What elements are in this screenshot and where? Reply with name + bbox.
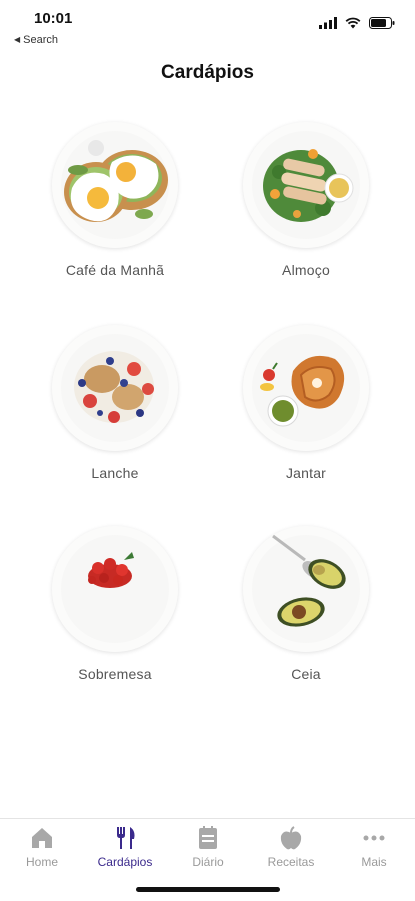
menu-item-lunch[interactable]: Almoço (226, 122, 386, 278)
tab-label: Receitas (267, 855, 315, 869)
salmon-steak-plate-image (243, 325, 369, 451)
home-indicator[interactable] (136, 887, 280, 892)
tab-label: Mais (361, 855, 387, 869)
status-bar: 10:01 ◀ Search (0, 0, 415, 52)
back-label: Search (23, 34, 59, 46)
menu-item-label: Lanche (91, 465, 139, 481)
tab-label: Diário (192, 855, 224, 869)
menu-item-label: Jantar (285, 465, 327, 481)
wifi-icon (345, 17, 361, 29)
salad-chicken-plate-image (243, 122, 369, 248)
tab-receitas[interactable]: Receitas (251, 825, 331, 869)
granola-berries-plate-image (52, 325, 178, 451)
berry-dessert-plate-image (52, 526, 178, 652)
status-time: 10:01 (34, 10, 73, 27)
tab-mais[interactable]: Mais (334, 825, 414, 869)
page-title: Cardápios (161, 62, 254, 83)
tab-label: Cardápios (97, 855, 153, 869)
back-to-search-link[interactable]: ◀ Search (14, 34, 58, 46)
menu-item-dinner[interactable]: Jantar (226, 325, 386, 481)
more-dots-icon (363, 835, 385, 841)
apple-icon (280, 826, 302, 850)
notebook-icon (199, 826, 217, 849)
fork-knife-icon (117, 827, 135, 849)
cellular-signal-icon (319, 17, 337, 29)
breakfast-eggs-plate-image (52, 122, 178, 248)
menu-item-breakfast[interactable]: Café da Manhã (35, 122, 195, 278)
battery-icon (369, 17, 395, 29)
menu-item-label: Almoço (282, 262, 330, 278)
menu-item-label: Ceia (291, 666, 321, 682)
back-arrow-icon: ◀ (14, 35, 21, 44)
menu-item-snack[interactable]: Lanche (35, 325, 195, 481)
tab-cardapios[interactable]: Cardápios (85, 825, 165, 869)
avocado-plate-image (243, 526, 369, 652)
menu-item-dessert[interactable]: Sobremesa (35, 526, 195, 682)
tab-label: Home (25, 855, 58, 869)
menu-item-label: Sobremesa (78, 666, 152, 682)
tab-diario[interactable]: Diário (168, 825, 248, 869)
menu-item-label: Café da Manhã (65, 262, 165, 278)
home-icon (32, 828, 52, 848)
tab-home[interactable]: Home (2, 825, 82, 869)
status-icons (319, 16, 395, 30)
menu-item-supper[interactable]: Ceia (226, 526, 386, 682)
